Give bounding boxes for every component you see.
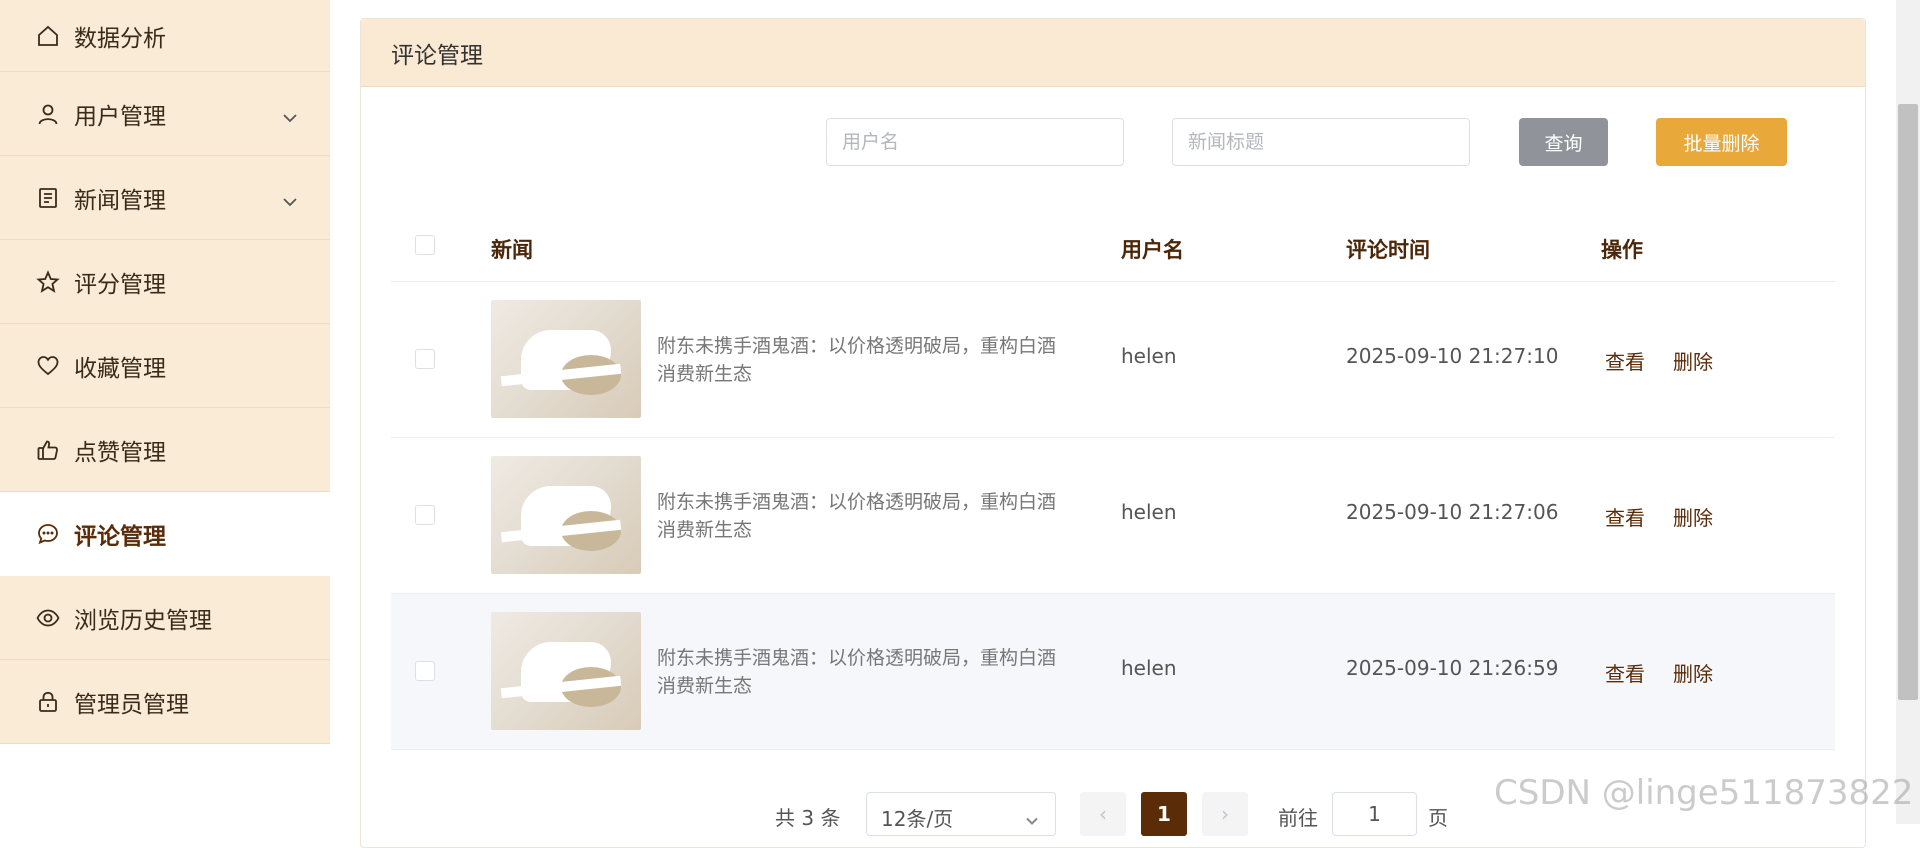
- chevron-right-icon: ›: [1221, 802, 1229, 826]
- news-title[interactable]: 附东未携手酒鬼酒：以价格透明破局，重构白酒消费新生态: [657, 488, 1057, 544]
- sidebar: 数据分析 用户管理 新闻管理 评分管理 收藏管理 点赞管理 评论管理 浏览历史管…: [0, 0, 330, 744]
- news-title-search-input[interactable]: [1172, 118, 1470, 166]
- comment-management-panel: 评论管理 查询 批量删除 新闻 用户名 评论时间 操作 附东未携手酒鬼酒：以价格…: [360, 18, 1866, 848]
- chevron-left-icon: ‹: [1099, 802, 1107, 826]
- header-news: 新闻: [491, 238, 533, 262]
- table-row: 附东未携手酒鬼酒：以价格透明破局，重构白酒消费新生态 helen 2025-09…: [391, 282, 1835, 438]
- row-checkbox[interactable]: [415, 661, 435, 681]
- pagination-total: 共 3 条: [775, 806, 841, 830]
- row-checkbox[interactable]: [415, 349, 435, 369]
- sidebar-item-comment-management[interactable]: 评论管理: [0, 492, 330, 576]
- sidebar-item-label: 收藏管理: [74, 355, 166, 382]
- news-title[interactable]: 附东未携手酒鬼酒：以价格透明破局，重构白酒消费新生态: [657, 332, 1057, 388]
- view-button[interactable]: 查看: [1605, 346, 1645, 375]
- sidebar-item-likes-management[interactable]: 点赞管理: [0, 408, 330, 492]
- chevron-down-icon: [282, 190, 298, 207]
- delete-button[interactable]: 删除: [1673, 502, 1713, 531]
- sidebar-item-browsing-history-management[interactable]: 浏览历史管理: [0, 576, 330, 660]
- comment-time: 2025-09-10 21:26:59: [1346, 656, 1559, 680]
- sidebar-item-label: 新闻管理: [74, 187, 166, 214]
- chevron-down-icon: [282, 106, 298, 123]
- view-button[interactable]: 查看: [1605, 658, 1645, 687]
- panel-title: 评论管理: [361, 19, 1865, 87]
- sidebar-item-rating-management[interactable]: 评分管理: [0, 240, 330, 324]
- header-comment-time: 评论时间: [1346, 238, 1430, 262]
- star-icon: [36, 269, 60, 294]
- username-search-input[interactable]: [826, 118, 1124, 166]
- row-checkbox[interactable]: [415, 505, 435, 525]
- user-icon: [36, 102, 60, 126]
- comment-time: 2025-09-10 21:27:06: [1346, 500, 1559, 524]
- goto-page-input[interactable]: [1332, 792, 1417, 836]
- watermark: CSDN @linge511873822: [1494, 773, 1914, 813]
- comment-time: 2025-09-10 21:27:10: [1346, 344, 1559, 368]
- document-icon: [36, 186, 60, 210]
- batch-delete-button[interactable]: 批量删除: [1656, 118, 1787, 166]
- header-username: 用户名: [1121, 238, 1184, 262]
- page-scrollbar-thumb[interactable]: [1898, 104, 1918, 700]
- page-size-value: 12条/页: [881, 807, 954, 831]
- comment-username: helen: [1121, 656, 1177, 680]
- news-title[interactable]: 附东未携手酒鬼酒：以价格透明破局，重构白酒消费新生态: [657, 644, 1057, 700]
- sidebar-item-user-management[interactable]: 用户管理: [0, 72, 330, 156]
- next-page-button[interactable]: ›: [1202, 792, 1248, 836]
- lock-icon: [36, 690, 60, 714]
- comment-username: helen: [1121, 344, 1177, 368]
- table-row: 附东未携手酒鬼酒：以价格透明破局，重构白酒消费新生态 helen 2025-09…: [391, 594, 1835, 750]
- sidebar-item-label: 评论管理: [74, 523, 166, 550]
- select-all-checkbox[interactable]: [415, 235, 435, 255]
- news-thumbnail: [491, 456, 641, 574]
- sidebar-item-label: 浏览历史管理: [74, 607, 212, 634]
- page-unit-label: 页: [1428, 806, 1448, 830]
- chevron-down-icon: [1025, 809, 1039, 825]
- sidebar-item-label: 点赞管理: [74, 439, 166, 466]
- sidebar-item-label: 管理员管理: [74, 691, 189, 718]
- prev-page-button[interactable]: ‹: [1080, 792, 1126, 836]
- sidebar-item-label: 用户管理: [74, 103, 166, 130]
- news-thumbnail: [491, 300, 641, 418]
- news-thumbnail: [491, 612, 641, 730]
- header-actions: 操作: [1601, 238, 1643, 262]
- delete-button[interactable]: 删除: [1673, 658, 1713, 687]
- view-button[interactable]: 查看: [1605, 502, 1645, 531]
- sidebar-item-data-analysis[interactable]: 数据分析: [0, 0, 330, 72]
- goto-label: 前往: [1278, 806, 1318, 830]
- query-button[interactable]: 查询: [1519, 118, 1608, 166]
- eye-icon: [36, 606, 60, 630]
- sidebar-item-favorites-management[interactable]: 收藏管理: [0, 324, 330, 408]
- page-number-button[interactable]: 1: [1141, 792, 1187, 836]
- comment-icon: [36, 522, 60, 546]
- table-header: 新闻 用户名 评论时间 操作: [391, 212, 1835, 282]
- comment-username: helen: [1121, 500, 1177, 524]
- sidebar-item-admin-management[interactable]: 管理员管理: [0, 660, 330, 744]
- table-row: 附东未携手酒鬼酒：以价格透明破局，重构白酒消费新生态 helen 2025-09…: [391, 438, 1835, 594]
- sidebar-item-label: 数据分析: [74, 25, 166, 52]
- delete-button[interactable]: 删除: [1673, 346, 1713, 375]
- comments-table: 新闻 用户名 评论时间 操作 附东未携手酒鬼酒：以价格透明破局，重构白酒消费新生…: [391, 212, 1835, 750]
- page-size-select[interactable]: 12条/页: [866, 792, 1056, 836]
- sidebar-item-news-management[interactable]: 新闻管理: [0, 156, 330, 240]
- home-icon: [36, 24, 60, 48]
- heart-icon: [36, 354, 60, 378]
- thumbs-up-icon: [36, 438, 60, 462]
- search-bar: 查询 批量删除: [361, 118, 1865, 166]
- sidebar-item-label: 评分管理: [74, 271, 166, 298]
